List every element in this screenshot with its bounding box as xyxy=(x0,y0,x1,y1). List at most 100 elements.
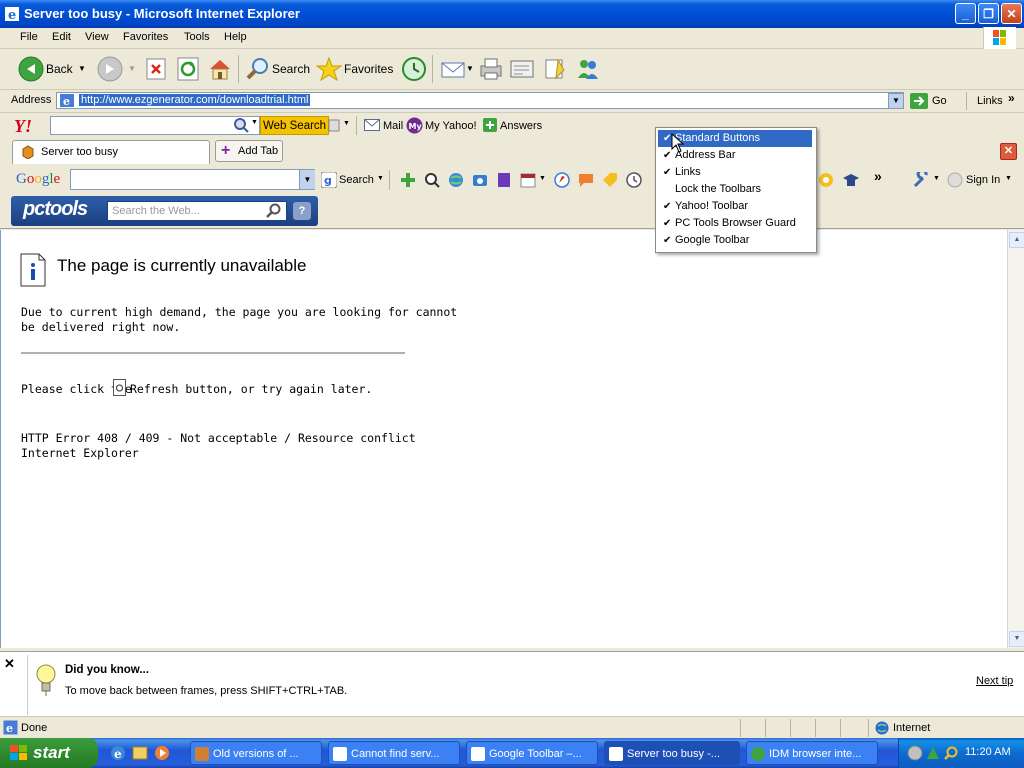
find-icon[interactable] xyxy=(424,172,440,188)
calendar-dropdown-icon[interactable]: ▼ xyxy=(539,175,546,182)
google-search-button[interactable]: Search xyxy=(339,174,374,186)
camera-icon[interactable] xyxy=(472,172,488,188)
print-icon[interactable] xyxy=(478,56,504,82)
mail-icon[interactable] xyxy=(440,57,466,81)
yahoo-search-input[interactable] xyxy=(50,116,260,135)
stop-icon[interactable] xyxy=(146,58,166,80)
tray-network-icon[interactable] xyxy=(907,745,923,761)
tab-server-too-busy[interactable]: Server too busy xyxy=(12,140,210,164)
close-tab-button[interactable]: ✕ xyxy=(1000,143,1017,160)
vertical-scrollbar[interactable]: ▲ ▼ xyxy=(1007,230,1024,648)
research-icon[interactable] xyxy=(542,56,568,82)
highlighter-icon[interactable] xyxy=(328,119,340,132)
menu-item-yahoo-toolbar[interactable]: ✔ Yahoo! Toolbar xyxy=(658,198,812,215)
google-search-icon[interactable]: g xyxy=(321,172,337,188)
help-icon[interactable]: ? xyxy=(293,202,311,220)
pctools-panel: pctools Search the Web... ? xyxy=(11,196,318,226)
home-icon[interactable] xyxy=(207,56,233,82)
pctools-search-input[interactable]: Search the Web... xyxy=(107,201,287,221)
clock[interactable]: 11:20 AM xyxy=(965,746,1011,758)
quicklaunch-ie-icon[interactable]: e xyxy=(110,745,126,761)
refresh-icon[interactable] xyxy=(177,57,199,81)
task-idm-browser[interactable]: IDM browser inte... xyxy=(746,741,878,765)
sign-in-button[interactable]: Sign In xyxy=(966,174,1000,186)
address-input[interactable]: e http://www.ezgenerator.com/downloadtri… xyxy=(56,92,904,109)
plus-green-icon[interactable] xyxy=(400,172,416,188)
close-tip-icon[interactable]: ✕ xyxy=(4,656,15,672)
quicklaunch-explorer-icon[interactable] xyxy=(132,745,148,761)
search-dropdown-icon[interactable]: ▼ xyxy=(377,175,384,182)
task-old-versions[interactable]: Old versions of ... xyxy=(190,741,322,765)
compass-icon[interactable] xyxy=(554,172,570,188)
links-button[interactable]: Links xyxy=(977,95,1003,107)
more-chevron-icon[interactable]: » xyxy=(874,168,882,184)
web-search-button[interactable]: Web Search xyxy=(260,116,330,135)
globe-icon[interactable] xyxy=(448,172,464,188)
mail-dropdown-icon[interactable]: ▼ xyxy=(466,64,474,73)
menu-item-pc-tools-browser-guard[interactable]: ✔ PC Tools Browser Guard xyxy=(658,215,812,232)
forward-dropdown-icon[interactable]: ▼ xyxy=(128,64,136,73)
menu-favorites[interactable]: Favorites xyxy=(123,31,168,43)
scroll-down-icon[interactable]: ▼ xyxy=(1009,631,1024,647)
highlighter-dropdown-icon[interactable]: ▼ xyxy=(343,120,350,127)
next-tip-link[interactable]: Next tip xyxy=(976,675,1013,687)
scholar-icon[interactable] xyxy=(842,172,860,188)
menu-file[interactable]: File xyxy=(20,31,38,43)
search-icon[interactable] xyxy=(245,56,271,82)
start-button[interactable]: start xyxy=(0,738,98,768)
messenger-icon[interactable] xyxy=(575,56,601,82)
answers-link[interactable]: Answers xyxy=(500,120,542,132)
history-icon[interactable] xyxy=(401,56,427,82)
google-search-input[interactable] xyxy=(70,169,315,190)
clock-icon[interactable] xyxy=(626,172,642,188)
magnifier-icon[interactable] xyxy=(233,117,249,133)
back-button[interactable]: Back xyxy=(46,62,73,76)
book-icon[interactable] xyxy=(496,172,512,188)
menu-item-links[interactable]: ✔ Links xyxy=(658,164,812,181)
settings-dropdown-icon[interactable]: ▼ xyxy=(933,175,940,182)
menu-edit[interactable]: Edit xyxy=(52,31,71,43)
favorites-star-icon[interactable] xyxy=(316,56,342,82)
close-button[interactable]: ✕ xyxy=(1001,3,1022,24)
yahoo-logo-icon[interactable]: Y! xyxy=(14,116,32,137)
menu-view[interactable]: View xyxy=(85,31,109,43)
minimize-button[interactable]: _ xyxy=(955,3,976,24)
quicklaunch-media-icon[interactable] xyxy=(154,745,170,761)
menu-help[interactable]: Help xyxy=(224,31,247,43)
back-dropdown-icon[interactable]: ▼ xyxy=(78,64,86,73)
chevron-right-icon[interactable]: » xyxy=(1008,91,1015,105)
add-tab-button[interactable]: + Add Tab xyxy=(215,140,283,162)
search-button[interactable]: Search xyxy=(272,62,310,76)
back-arrow-icon[interactable] xyxy=(18,56,44,82)
maximize-button[interactable]: ❐ xyxy=(978,3,999,24)
menu-item-google-toolbar[interactable]: ✔ Google Toolbar xyxy=(658,232,812,249)
edit-icon[interactable] xyxy=(509,57,535,81)
mail-link[interactable]: Mail xyxy=(383,120,403,132)
pctools-search-icon[interactable] xyxy=(266,203,282,219)
chat-icon[interactable] xyxy=(578,172,594,188)
search-options-dropdown-icon[interactable]: ▼ xyxy=(251,119,258,126)
tray-search-icon[interactable] xyxy=(943,745,959,761)
tag-icon[interactable] xyxy=(602,172,618,188)
task-server-too-busy[interactable]: Server too busy -... xyxy=(604,741,740,765)
title-bar[interactable]: e Server too busy - Microsoft Internet E… xyxy=(0,0,1024,28)
picasa-icon[interactable] xyxy=(818,172,834,188)
wrench-icon[interactable] xyxy=(912,172,930,188)
menu-item-lock-the-toolbars[interactable]: Lock the Toolbars xyxy=(658,181,812,198)
scroll-up-icon[interactable]: ▲ xyxy=(1009,232,1024,248)
google-logo-icon[interactable]: Google xyxy=(16,171,60,188)
sign-in-dropdown-icon[interactable]: ▼ xyxy=(1005,175,1012,182)
address-dropdown-icon[interactable]: ▼ xyxy=(888,93,904,109)
go-arrow-icon[interactable] xyxy=(910,93,928,109)
google-search-dropdown-icon[interactable]: ▼ xyxy=(299,170,315,189)
favorites-button[interactable]: Favorites xyxy=(344,62,393,76)
calendar-icon[interactable] xyxy=(520,172,536,188)
go-button[interactable]: Go xyxy=(932,95,947,107)
tray-security-icon[interactable] xyxy=(925,745,941,761)
task-cannot-find[interactable]: Cannot find serv... xyxy=(328,741,460,765)
menu-tools[interactable]: Tools xyxy=(184,31,210,43)
my-yahoo-link[interactable]: My Yahoo! xyxy=(425,120,477,132)
pctools-logo-icon[interactable]: pctools xyxy=(23,198,88,221)
forward-arrow-icon[interactable] xyxy=(97,56,123,82)
task-google-toolbar[interactable]: Google Toolbar –... xyxy=(466,741,598,765)
